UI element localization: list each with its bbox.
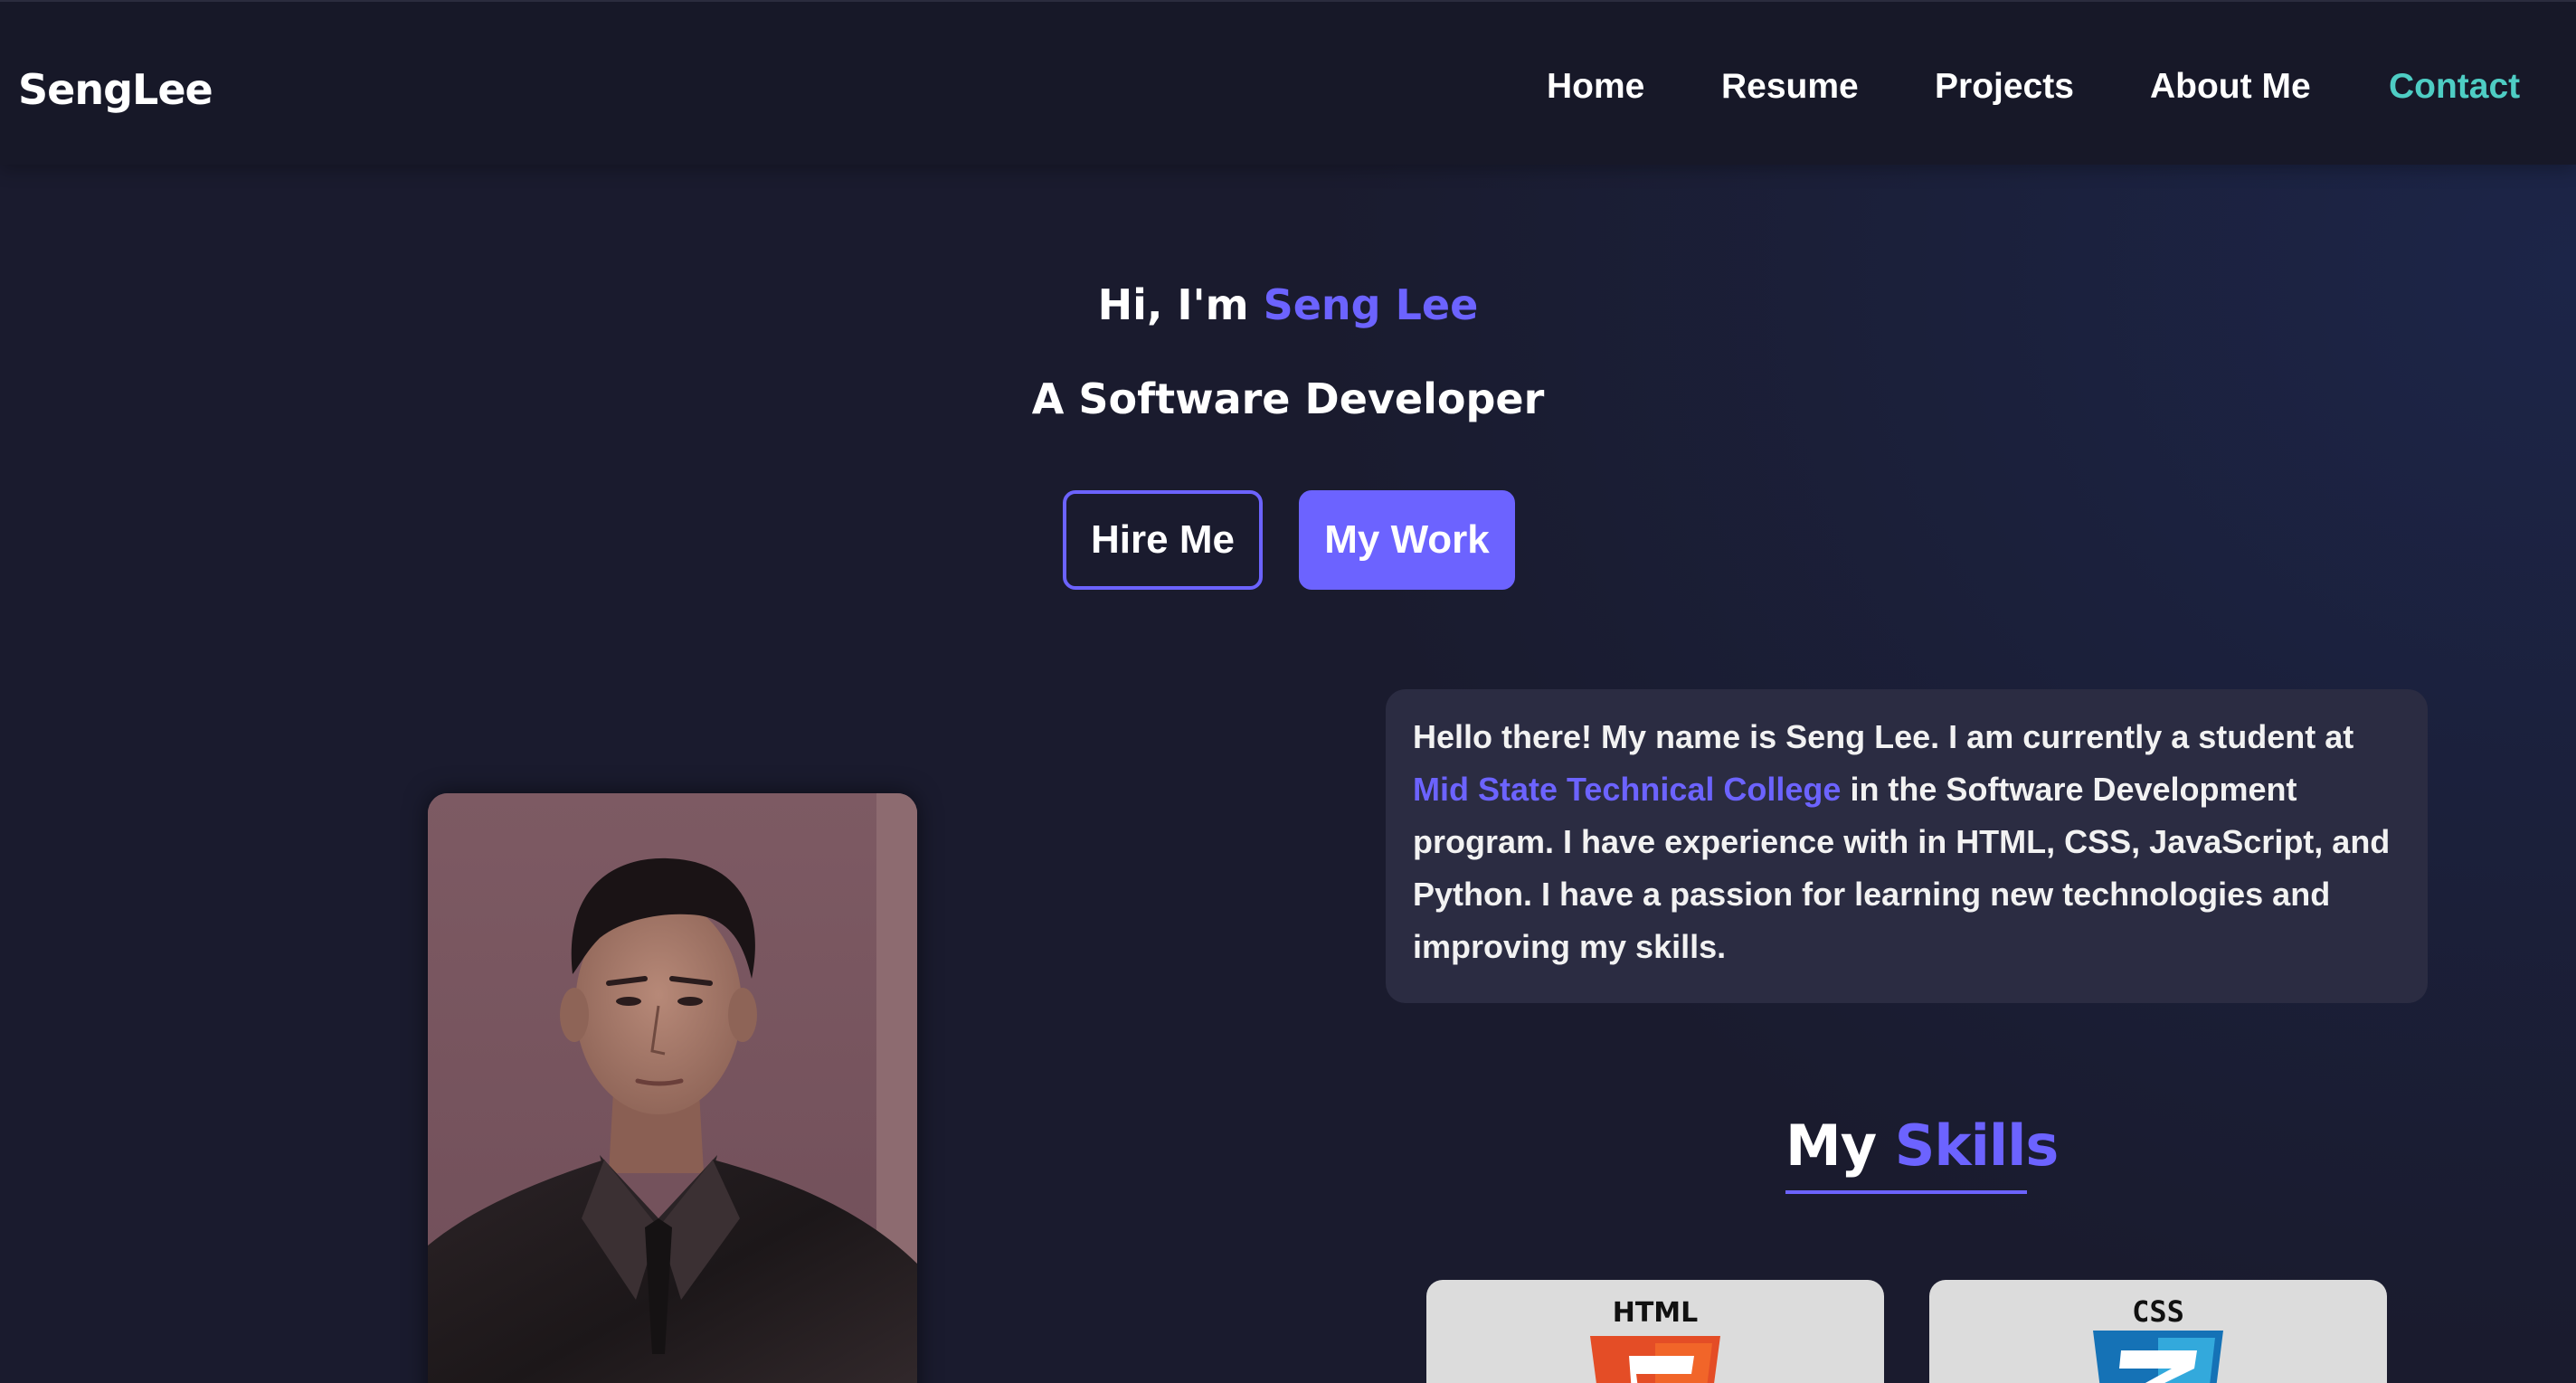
navbar: SengLee Home Resume Projects About Me Co… bbox=[0, 0, 2576, 165]
skill-label-css: CSS bbox=[2132, 1294, 2184, 1329]
brand-logo[interactable]: SengLee bbox=[18, 65, 213, 114]
page: SengLee Home Resume Projects About Me Co… bbox=[0, 0, 2576, 1383]
hire-me-button[interactable]: Hire Me bbox=[1063, 490, 1263, 590]
about-text-before: Hello there! My name is Seng Lee. I am c… bbox=[1413, 718, 2354, 755]
skills-heading-prefix: My bbox=[1785, 1113, 1895, 1179]
nav-resume[interactable]: Resume bbox=[1721, 67, 1859, 107]
html5-icon: HTML bbox=[1590, 1297, 1720, 1383]
greeting-prefix: Hi, I'm bbox=[1097, 280, 1264, 329]
skill-card-html[interactable]: HTML bbox=[1426, 1280, 1884, 1383]
hero-greeting: Hi, I'm Seng Lee bbox=[0, 280, 2576, 329]
hero-role: A Software Developer bbox=[1031, 374, 1545, 423]
profile-photo bbox=[428, 793, 917, 1383]
hero-name: Seng Lee bbox=[1263, 280, 1479, 329]
skill-card-css[interactable]: CSS bbox=[1929, 1280, 2387, 1383]
portrait-illustration bbox=[428, 793, 917, 1383]
css3-icon: CSS bbox=[2093, 1294, 2223, 1383]
about-text: Hello there! My name is Seng Lee. I am c… bbox=[1413, 711, 2401, 973]
college-link[interactable]: Mid State Technical College bbox=[1413, 771, 1841, 808]
nav-about-me[interactable]: About Me bbox=[2150, 67, 2311, 107]
nav-contact[interactable]: Contact bbox=[2389, 67, 2520, 107]
skills-heading: My Skills bbox=[1785, 1113, 2060, 1179]
nav-home[interactable]: Home bbox=[1547, 67, 1644, 107]
skills-heading-accent: Skills bbox=[1894, 1113, 2060, 1179]
skill-label-html: HTML bbox=[1613, 1297, 1699, 1329]
about-card: Hello there! My name is Seng Lee. I am c… bbox=[1386, 689, 2428, 1003]
my-work-button[interactable]: My Work bbox=[1299, 490, 1515, 590]
skills-underline bbox=[1785, 1190, 2027, 1194]
nav-projects[interactable]: Projects bbox=[1935, 67, 2074, 107]
